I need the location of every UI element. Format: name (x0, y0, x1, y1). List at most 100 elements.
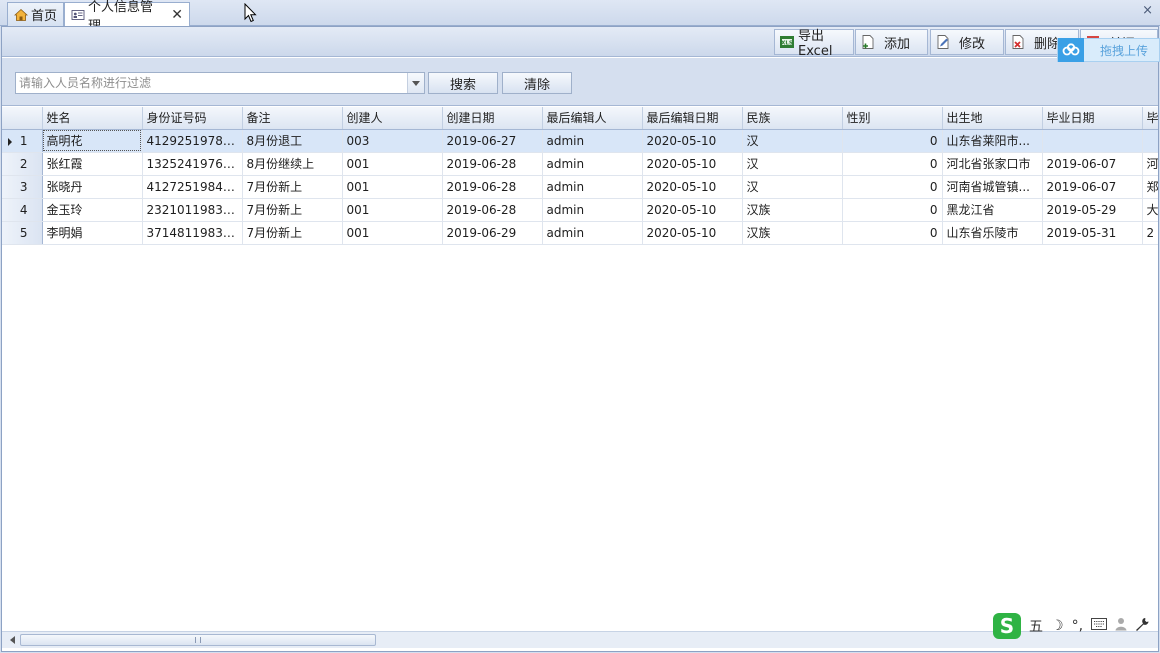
cell-last-edited-date[interactable]: 2020-05-10 (642, 152, 743, 176)
search-button[interactable]: 搜索 (428, 72, 498, 94)
ime-moon-icon[interactable]: ☽ (1051, 618, 1064, 634)
cell-graduation-date[interactable]: 2019-06-07 (1042, 175, 1143, 199)
column-header-name[interactable]: 姓名 (42, 107, 143, 130)
cell-last-editor[interactable]: admin (542, 129, 643, 153)
cell-truncated[interactable]: 大 (1142, 198, 1158, 222)
ime-mode-label[interactable]: 五 (1029, 616, 1043, 636)
table-row[interactable]: 2 张红霞 13252419760... 8月份继续上 001 2019-06-28 adm… (2, 152, 1158, 176)
cell-last-editor[interactable]: admin (542, 175, 643, 199)
cell-nation[interactable]: 汉 (742, 129, 843, 153)
cell-gender[interactable]: 0 (842, 129, 943, 153)
person-filter-input[interactable] (16, 73, 406, 93)
cell-id-number[interactable]: 37148119831... (142, 221, 243, 245)
column-header-nation[interactable]: 民族 (742, 107, 843, 130)
cell-truncated[interactable] (1142, 129, 1158, 153)
scroll-left-icon[interactable] (4, 632, 20, 648)
cell-creator[interactable]: 001 (342, 175, 443, 199)
ime-punctuation-icon[interactable]: °, (1072, 618, 1083, 634)
window-close-icon[interactable]: × (1142, 3, 1153, 18)
cell-gender[interactable]: 0 (842, 198, 943, 222)
cell-creator[interactable]: 001 (342, 221, 443, 245)
export-excel-button[interactable]: XLS 导出Excel (774, 29, 854, 59)
column-header-creator[interactable]: 创建人 (342, 107, 443, 130)
row-number[interactable]: 4 (2, 198, 43, 222)
cell-name[interactable]: 李明娟 (42, 221, 143, 245)
cell-birthplace[interactable]: 河南省城管镇... (942, 175, 1043, 199)
cell-note[interactable]: 7月份新上 (242, 198, 343, 222)
clear-button[interactable]: 清除 (502, 72, 572, 94)
column-header-birthplace[interactable]: 出生地 (942, 107, 1043, 130)
column-header-created-date[interactable]: 创建日期 (442, 107, 543, 130)
tab-home[interactable]: 首页 (7, 2, 64, 26)
cell-graduation-date[interactable]: 2019-05-31 (1042, 221, 1143, 245)
cell-last-edited-date[interactable]: 2020-05-10 (642, 198, 743, 222)
cell-id-number[interactable]: 23210119830... (142, 198, 243, 222)
cell-name[interactable]: 张晓丹 (42, 175, 143, 199)
cell-created-date[interactable]: 2019-06-28 (442, 198, 543, 222)
cell-creator[interactable]: 003 (342, 129, 443, 153)
cell-gender[interactable]: 0 (842, 175, 943, 199)
column-header-id-number[interactable]: 身份证号码 (142, 107, 243, 130)
table-row[interactable]: 4 金玉玲 23210119830... 7月份新上 001 2019-06-28 admi… (2, 198, 1158, 222)
wrench-icon[interactable] (1135, 617, 1149, 635)
sogou-logo-icon[interactable]: S (993, 613, 1021, 639)
cell-nation[interactable]: 汉族 (742, 198, 843, 222)
column-header-graduation-date[interactable]: 毕业日期 (1042, 107, 1143, 130)
keyboard-icon[interactable] (1091, 618, 1108, 634)
table-row[interactable]: 5 李明娟 37148119831... 7月份新上 001 2019-06-29 admi… (2, 221, 1158, 245)
cell-note[interactable]: 8月份退工 (242, 129, 343, 153)
cell-nation[interactable]: 汉族 (742, 221, 843, 245)
row-number[interactable]: 1 (2, 129, 43, 153)
cell-last-edited-date[interactable]: 2020-05-10 (642, 129, 743, 153)
drag-upload-widget[interactable]: 拖拽上传 (1057, 38, 1160, 62)
person-filter-combobox[interactable] (15, 72, 425, 94)
cell-last-editor[interactable]: admin (542, 152, 643, 176)
table-row[interactable]: 3 张晓丹 41272519840... 7月份新上 001 2019-06-28 admi… (2, 175, 1158, 199)
cell-creator[interactable]: 001 (342, 198, 443, 222)
column-header-gender[interactable]: 性别 (842, 107, 943, 130)
cell-created-date[interactable]: 2019-06-28 (442, 152, 543, 176)
cell-graduation-date[interactable]: 2019-05-29 (1042, 198, 1143, 222)
cell-graduation-date[interactable]: 2019-06-07 (1042, 152, 1143, 176)
cell-note[interactable]: 7月份新上 (242, 221, 343, 245)
cell-id-number[interactable]: 41272519840... (142, 175, 243, 199)
chevron-down-icon[interactable] (407, 73, 424, 93)
cell-gender[interactable]: 0 (842, 152, 943, 176)
column-header-last-editor[interactable]: 最后编辑人 (542, 107, 643, 130)
cell-birthplace[interactable]: 山东省乐陵市 (942, 221, 1043, 245)
tab-close-icon[interactable]: ✕ (171, 7, 183, 23)
cell-note[interactable]: 7月份新上 (242, 175, 343, 199)
cell-creator[interactable]: 001 (342, 152, 443, 176)
cell-id-number[interactable]: 13252419760... (142, 152, 243, 176)
cell-birthplace[interactable]: 山东省莱阳市... (942, 129, 1043, 153)
edit-button[interactable]: 修改 (930, 29, 1004, 55)
cell-id-number[interactable]: 41292519781... (142, 129, 243, 153)
cell-truncated[interactable]: 郑 (1142, 175, 1158, 199)
cell-name[interactable]: 张红霞 (42, 152, 143, 176)
cell-truncated[interactable]: 河 (1142, 152, 1158, 176)
row-number[interactable]: 5 (2, 221, 43, 245)
cell-created-date[interactable]: 2019-06-27 (442, 129, 543, 153)
horizontal-scrollbar[interactable] (2, 631, 1158, 648)
row-number[interactable]: 2 (2, 152, 43, 176)
tab-personal-info[interactable]: 个人信息管理 ✕ (64, 0, 190, 34)
cell-last-editor[interactable]: admin (542, 198, 643, 222)
user-icon[interactable] (1115, 617, 1127, 635)
table-row[interactable]: 1 高明花 41292519781... 8月份退工 003 2019-06-27 admi… (2, 129, 1158, 153)
cell-created-date[interactable]: 2019-06-28 (442, 175, 543, 199)
row-number[interactable]: 3 (2, 175, 43, 199)
cell-last-edited-date[interactable]: 2020-05-10 (642, 221, 743, 245)
column-header-truncated[interactable]: 毕 (1142, 107, 1158, 130)
add-button[interactable]: 添加 (855, 29, 928, 55)
cell-last-edited-date[interactable]: 2020-05-10 (642, 175, 743, 199)
scrollbar-thumb[interactable] (20, 634, 376, 646)
cell-birthplace[interactable]: 黑龙江省 (942, 198, 1043, 222)
cell-gender[interactable]: 0 (842, 221, 943, 245)
cell-name[interactable]: 金玉玲 (42, 198, 143, 222)
cell-truncated[interactable]: 2 (1142, 221, 1158, 245)
cell-birthplace[interactable]: 河北省张家口市 (942, 152, 1043, 176)
cell-graduation-date[interactable] (1042, 129, 1143, 153)
column-header-note[interactable]: 备注 (242, 107, 343, 130)
cell-last-editor[interactable]: admin (542, 221, 643, 245)
cell-created-date[interactable]: 2019-06-29 (442, 221, 543, 245)
